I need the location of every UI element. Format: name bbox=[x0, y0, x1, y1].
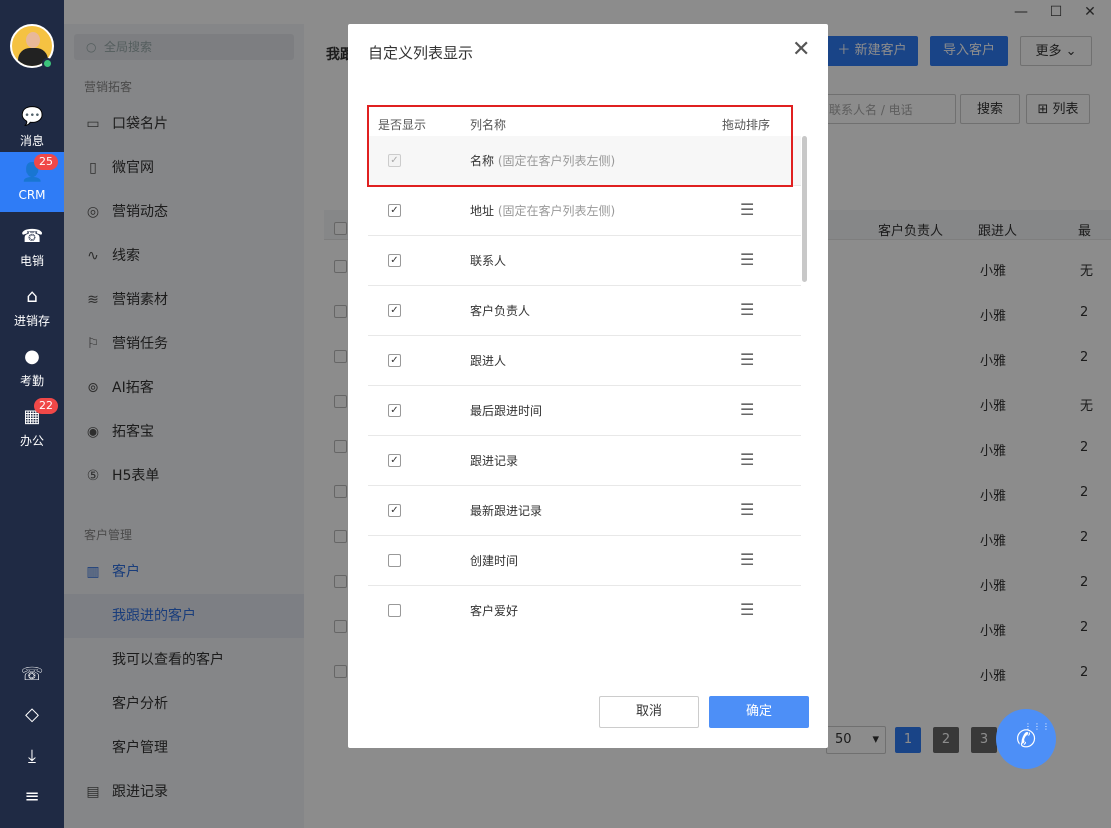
rail-item-messages[interactable]: 💬 消息 bbox=[0, 96, 64, 156]
column-row: ✓ 最新跟进记录 ☰ bbox=[368, 486, 801, 536]
column-note: (固定在客户列表左侧) bbox=[497, 204, 616, 218]
crm-badge: 25 bbox=[34, 154, 58, 170]
column-name: 客户负责人 bbox=[470, 304, 531, 318]
online-status-icon bbox=[42, 58, 53, 69]
column-row: ✓ 最后跟进时间 ☰ bbox=[368, 386, 801, 436]
cancel-button[interactable]: 取消 bbox=[599, 696, 699, 728]
column-name: 跟进记录 bbox=[470, 454, 519, 468]
dialog-title: 自定义列表显示 bbox=[368, 44, 474, 62]
dialpad-icon: ⋮⋮⋮ bbox=[1024, 722, 1051, 731]
rail-item-attendance[interactable]: ● 考勤 bbox=[0, 336, 64, 396]
rail-item-crm[interactable]: 👤 CRM 25 bbox=[0, 152, 64, 212]
drag-handle-icon[interactable]: ☰ bbox=[740, 350, 754, 369]
column-name: 最新跟进记录 bbox=[470, 504, 543, 518]
show-checkbox[interactable] bbox=[388, 554, 401, 567]
show-checkbox[interactable]: ✓ bbox=[388, 354, 401, 367]
show-checkbox[interactable]: ✓ bbox=[388, 504, 401, 517]
show-checkbox[interactable]: ✓ bbox=[388, 254, 401, 267]
confirm-button[interactable]: 确定 bbox=[709, 696, 809, 728]
show-checkbox[interactable]: ✓ bbox=[388, 304, 401, 317]
drag-handle-icon[interactable]: ☰ bbox=[740, 200, 754, 219]
warehouse-icon: ⌂ bbox=[26, 286, 38, 307]
rail-item-office[interactable]: ▦ 办公 22 bbox=[0, 396, 64, 456]
column-row: ✓ 联系人 ☰ bbox=[368, 236, 801, 286]
phone-settings-icon[interactable]: ☏ bbox=[0, 664, 64, 685]
highlight-box bbox=[367, 105, 793, 187]
drag-handle-icon[interactable]: ☰ bbox=[740, 250, 754, 269]
floating-call-button[interactable]: ⋮⋮⋮ ✆ bbox=[996, 709, 1056, 769]
office-badge: 22 bbox=[34, 398, 58, 414]
column-row: 创建时间 ☰ bbox=[368, 536, 801, 586]
column-name: 联系人 bbox=[470, 254, 507, 268]
chat-bubble-icon: 💬 bbox=[21, 106, 44, 127]
column-row: ✓ 客户负责人 ☰ bbox=[368, 286, 801, 336]
drag-handle-icon[interactable]: ☰ bbox=[740, 600, 754, 619]
column-row: ✓ 跟进记录 ☰ bbox=[368, 436, 801, 486]
close-icon[interactable]: ✕ bbox=[792, 38, 810, 62]
column-row: ✓ 地址 (固定在客户列表左侧) ☰ bbox=[368, 186, 801, 236]
show-checkbox[interactable]: ✓ bbox=[388, 204, 401, 217]
rail-item-telesales[interactable]: ☎ 电销 bbox=[0, 216, 64, 276]
left-rail: 💬 消息 👤 CRM 25 ☎ 电销 ⌂ 进销存 ● 考勤 ▦ 办公 22 ☏ … bbox=[0, 0, 64, 828]
drag-handle-icon[interactable]: ☰ bbox=[740, 400, 754, 419]
column-name: 最后跟进时间 bbox=[470, 404, 543, 418]
column-row: ✓ 跟进人 ☰ bbox=[368, 336, 801, 386]
download-icon[interactable]: ⤓ bbox=[0, 746, 64, 767]
column-name: 创建时间 bbox=[470, 554, 519, 568]
menu-icon[interactable]: ≡ bbox=[0, 786, 64, 807]
column-name: 地址 bbox=[470, 204, 495, 218]
show-checkbox[interactable]: ✓ bbox=[388, 454, 401, 467]
column-name: 客户爱好 bbox=[470, 604, 519, 618]
drag-handle-icon[interactable]: ☰ bbox=[740, 450, 754, 469]
drag-handle-icon[interactable]: ☰ bbox=[740, 550, 754, 569]
column-name: 跟进人 bbox=[470, 354, 507, 368]
location-pin-icon: ● bbox=[24, 346, 40, 367]
drag-handle-icon[interactable]: ☰ bbox=[740, 500, 754, 519]
show-checkbox[interactable]: ✓ bbox=[388, 404, 401, 417]
modal-scrollbar[interactable] bbox=[802, 136, 807, 282]
rail-item-inventory[interactable]: ⌂ 进销存 bbox=[0, 276, 64, 336]
customize-columns-dialog: 自定义列表显示 ✕ 是否显示 列名称 拖动排序 ✓ 名称 (固定在客户列表左侧)… bbox=[348, 24, 828, 748]
drag-handle-icon[interactable]: ☰ bbox=[740, 300, 754, 319]
show-checkbox[interactable] bbox=[388, 604, 401, 617]
phone-icon: ☎ bbox=[21, 226, 44, 247]
column-row: 客户爱好 ☰ bbox=[368, 586, 801, 636]
diamond-icon[interactable]: ◇ bbox=[0, 704, 64, 725]
